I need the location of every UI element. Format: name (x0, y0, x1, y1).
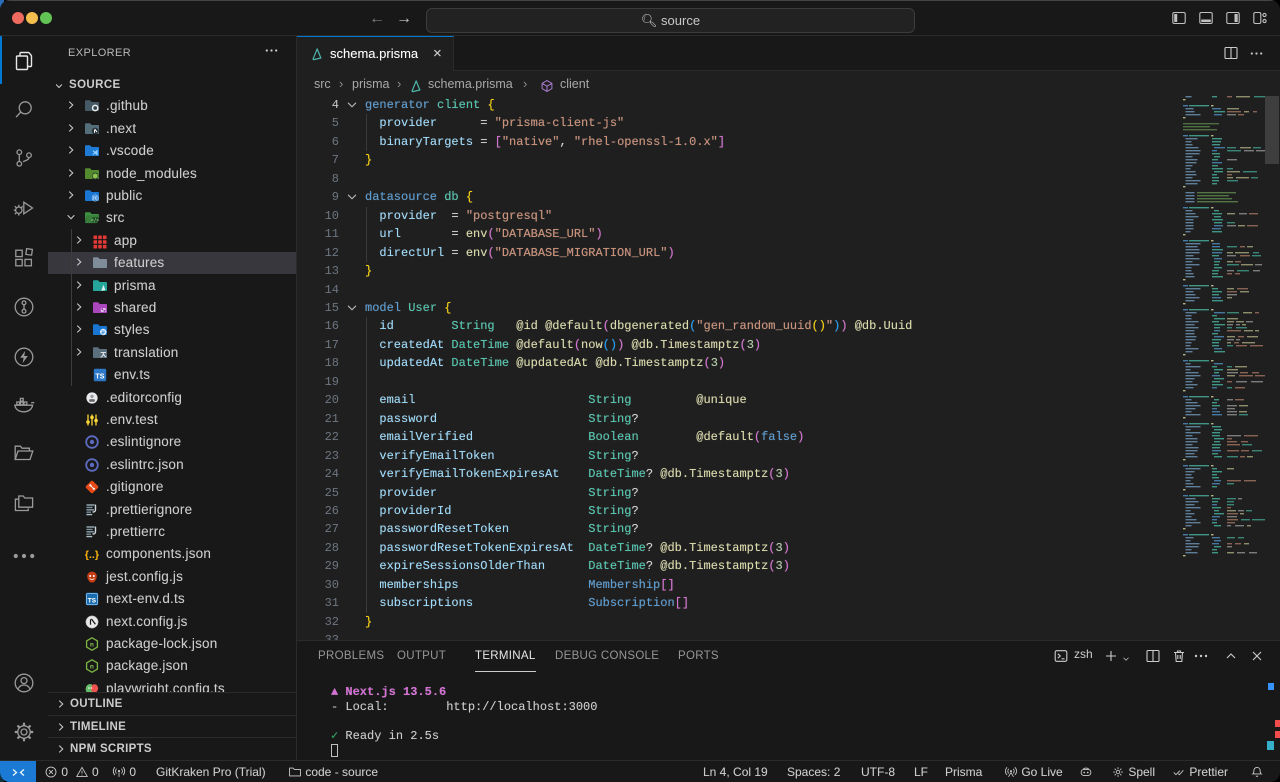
svg-text:TS: TS (88, 598, 97, 605)
svg-text:TS: TS (95, 374, 104, 381)
svg-text:n: n (90, 664, 94, 671)
svg-text:</>: </> (91, 218, 99, 223)
svg-text:{..}: {..} (85, 550, 99, 561)
svg-text:n: n (90, 642, 94, 649)
